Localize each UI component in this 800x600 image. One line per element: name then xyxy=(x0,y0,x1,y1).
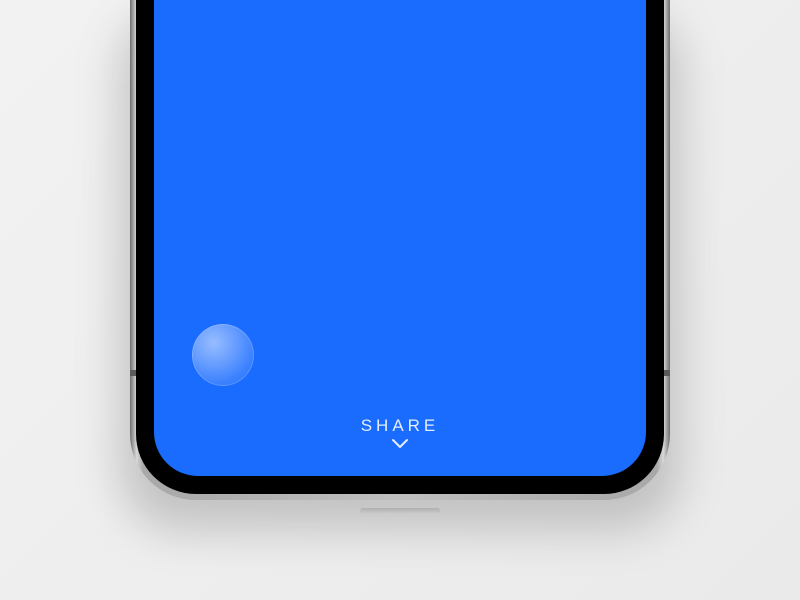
antenna-band-left xyxy=(130,370,136,376)
app-screen[interactable] xyxy=(154,0,646,476)
phone-bezel: SHARE xyxy=(136,0,664,494)
antenna-band-right xyxy=(664,370,670,376)
share-button[interactable]: SHARE xyxy=(154,416,646,450)
share-label: SHARE xyxy=(361,416,440,436)
touch-indicator xyxy=(192,324,254,386)
phone-frame: SHARE xyxy=(130,0,670,500)
phone-port xyxy=(360,508,440,514)
chevron-down-icon xyxy=(391,438,409,450)
phone-screen: SHARE xyxy=(154,0,646,476)
